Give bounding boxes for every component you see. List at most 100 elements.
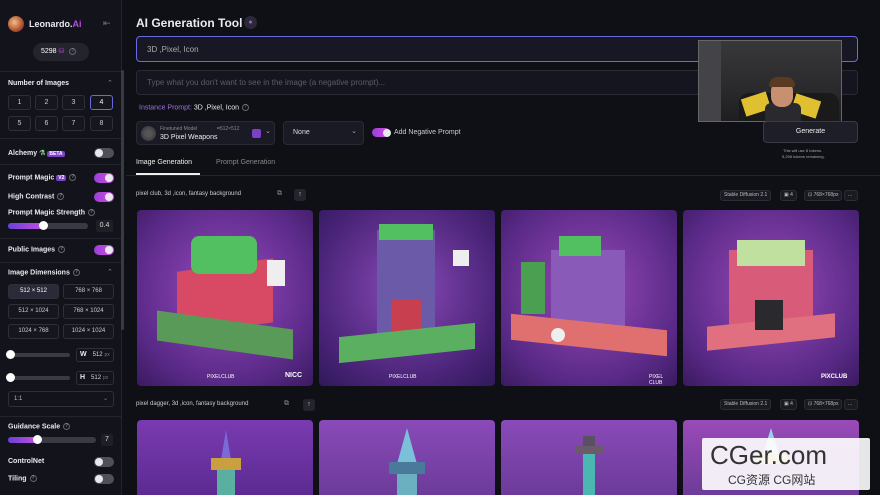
copy-icon[interactable]: ⧉ [284,400,289,408]
style-select[interactable]: None ⌄ [283,121,364,145]
number-of-images-label: Number of Images [8,80,70,87]
dimension-768x1024[interactable]: 768 × 1024 [63,304,114,319]
dimension-1024x768[interactable]: 1024 × 768 [8,324,59,339]
generated-image[interactable] [137,420,313,495]
token-icon: ⛁ [58,48,65,55]
resolution-chip: ⊡ 768×768px [804,190,843,201]
guidance-scale-value[interactable]: 7 [101,434,113,446]
generated-image[interactable]: PIXELCLUB [319,210,495,386]
image-count-chip: ▣ 4 [780,190,797,201]
chevron-up-icon[interactable]: ⌃ [107,79,113,87]
chevron-up-icon[interactable]: ⌃ [107,268,113,276]
generate-token-note: This will use 8 tokens. [783,148,823,153]
high-contrast-toggle[interactable] [94,192,114,202]
logo-icon [8,16,24,32]
dimension-768x768[interactable]: 768 × 768 [63,284,114,299]
image-count-chip: ▣ 4 [780,399,797,410]
negative-prompt-toggle-label: Add Negative Prompt [394,129,461,136]
help-icon: ? [69,174,77,181]
chevron-down-icon: ⌄ [265,128,271,135]
reuse-prompt-button[interactable]: ↑ [303,399,315,411]
more-options-icon[interactable]: ... [844,399,858,410]
image-count-5[interactable]: 5 [8,116,31,131]
image-count-6[interactable]: 6 [35,116,58,131]
resolution-chip: ⊡ 768×768px [804,399,843,410]
sidebar: Leonardo.Ai ⇤ 5298 ⛁ ? Number of Images … [0,0,122,495]
image-count-1[interactable]: 1 [8,95,31,110]
image-caption: PIXEL CLUB [649,374,663,386]
help-icon: ? [57,193,65,200]
controlnet-label: ControlNet [8,458,45,465]
chevron-down-icon: ⌄ [102,396,108,402]
alchemy-toggle[interactable] [94,148,114,158]
generated-image[interactable]: PIXELCLUB NICC [137,210,313,386]
image-count-7[interactable]: 7 [62,116,85,131]
reuse-prompt-button[interactable]: ↑ [294,189,306,201]
height-slider[interactable] [6,373,70,382]
negative-prompt-toggle[interactable] [372,128,391,137]
brand-name: Leonardo.Ai [29,19,82,29]
page-title: AI Generation Tool [136,16,243,30]
model-size: ⌗512×512 [217,126,240,132]
model-icon [252,129,261,138]
image-caption: NICC [285,372,303,379]
generated-image[interactable]: PIXCLUB [683,210,859,386]
image-caption: PIXELCLUB [389,374,417,380]
width-slider[interactable] [6,350,70,359]
generation-prompt: pixel dagger, 3d ,icon, fantasy backgrou… [136,401,249,407]
model-thumbnail [141,126,156,141]
image-count-3[interactable]: 3 [62,95,85,110]
guidance-scale-label: Guidance Scale? [8,423,71,431]
image-count-4[interactable]: 4 [90,95,113,110]
image-count-2[interactable]: 2 [35,95,58,110]
tab-image-generation[interactable]: Image Generation [136,159,192,166]
model-select[interactable]: Finetuned Model ⌗512×512 3D Pixel Weapon… [136,121,275,145]
image-caption: PIXELCLUB [207,374,235,380]
help-icon: ? [29,475,37,482]
model-name: 3D Pixel Weapons [160,134,218,141]
sidebar-scrollbar[interactable] [121,70,124,330]
tiling-toggle[interactable] [94,474,114,484]
image-count-8[interactable]: 8 [90,116,113,131]
prompt-magic-strength-slider[interactable] [8,221,88,230]
tab-prompt-generation[interactable]: Prompt Generation [216,159,275,166]
beta-badge: BETA [47,151,65,157]
model-chip: Stable Diffusion 2.1 [720,190,772,201]
help-icon: ? [242,104,250,111]
help-icon: ? [88,209,96,216]
public-images-label: Public Images? [8,246,66,254]
model-chip: Stable Diffusion 2.1 [720,399,772,410]
prompt-magic-toggle[interactable] [94,173,114,183]
watermark-subtitle: CG资源 CG网站 [728,473,816,487]
collapse-sidebar-icon[interactable]: ⇤ [103,18,111,29]
generation-prompt: pixel club, 3d ,icon, fantasy background [136,191,242,197]
model-tag: Finetuned Model [160,126,198,132]
info-icon[interactable]: ● [244,16,257,29]
width-field[interactable]: W 512 px [76,348,114,362]
prompt-magic-strength-label: Prompt Magic Strength? [8,209,96,217]
image-dimensions-label: Image Dimensions? [8,269,80,277]
token-badge[interactable]: 5298 ⛁ ? [33,43,89,61]
image-caption: PIXCLUB [821,374,848,380]
dimension-1024x1024[interactable]: 1024 × 1024 [63,324,114,339]
instance-prompt: Instance Prompt: 3D ,Pixel, Icon? [139,104,250,111]
prompt-magic-strength-value[interactable]: 0.4 [96,220,113,232]
more-options-icon[interactable]: ... [844,190,858,201]
generated-image[interactable] [501,420,677,495]
dimension-512x512[interactable]: 512 × 512 [8,284,59,299]
alchemy-label: Alchemy ⚗ BETA [8,150,65,157]
generated-image[interactable] [319,420,495,495]
copy-icon[interactable]: ⧉ [277,190,282,198]
public-images-toggle[interactable] [94,245,114,255]
generate-button[interactable]: Generate [763,121,858,143]
high-contrast-label: High Contrast? [8,193,65,201]
aspect-ratio-select[interactable]: 1:1 ⌄ [8,391,114,407]
guidance-scale-slider[interactable] [8,435,96,444]
controlnet-toggle[interactable] [94,457,114,467]
help-icon: ? [69,47,77,55]
height-field[interactable]: H 512 px [76,371,114,385]
dimension-512x1024[interactable]: 512 × 1024 [8,304,59,319]
generate-token-remaining: 5,298 tokens remaining. [782,154,825,159]
tiling-label: Tiling? [8,475,37,483]
generated-image[interactable]: PIXEL CLUB [501,210,677,386]
